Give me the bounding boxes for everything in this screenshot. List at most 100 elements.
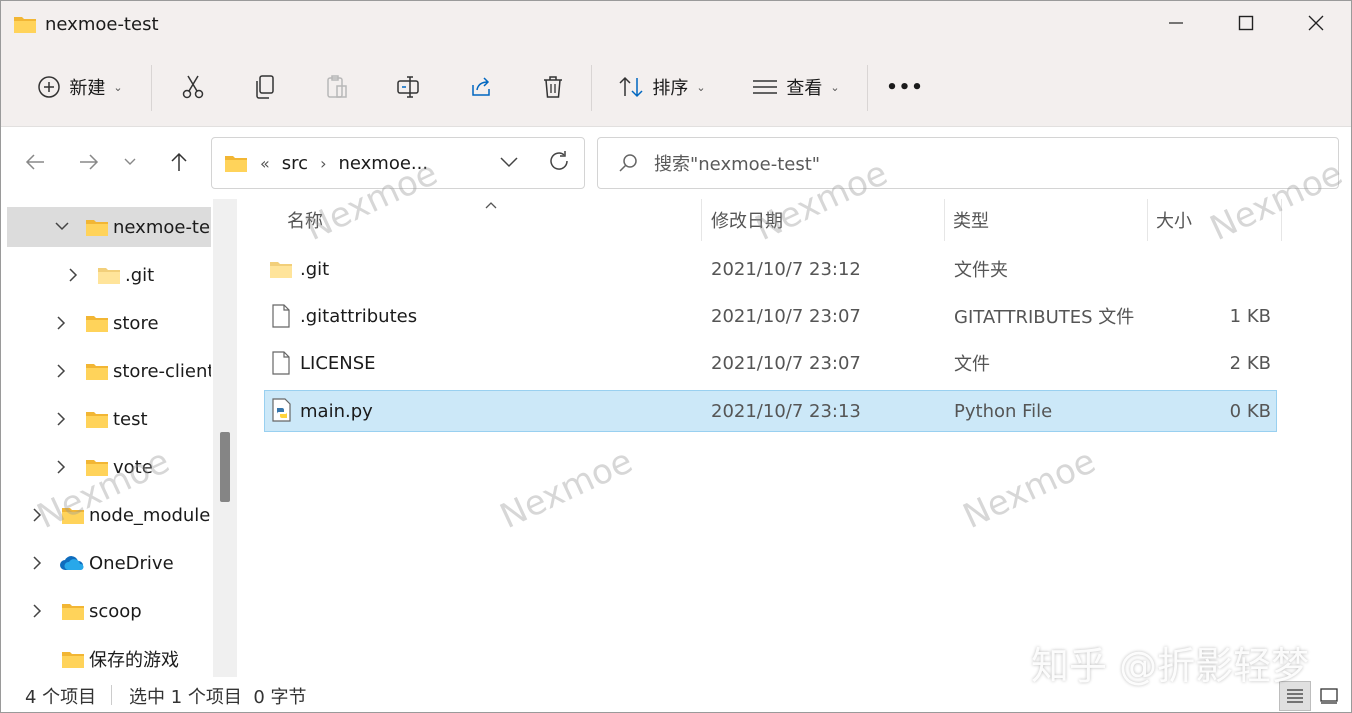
window-title: nexmoe-test: [13, 11, 159, 37]
folder-icon: [86, 220, 108, 236]
refresh-button[interactable]: [548, 150, 570, 177]
minimize-icon: [1169, 22, 1183, 24]
navigation-pane: nexmoe-test .git store store-client test…: [1, 199, 237, 677]
tree-item-vote[interactable]: vote: [1, 447, 211, 487]
recent-locations-button[interactable]: [115, 144, 145, 180]
list-view-icon: [753, 80, 778, 94]
tree-item-store[interactable]: store: [1, 303, 211, 343]
chevron-down-icon: [124, 158, 136, 165]
arrow-left-icon: [25, 154, 44, 170]
file-type: 文件: [954, 354, 990, 375]
minimize-button[interactable]: [1141, 1, 1211, 45]
folder-icon: [62, 652, 84, 668]
chevron-down-icon: [55, 222, 69, 231]
file-icon: [272, 351, 290, 375]
tiles-view-button[interactable]: [1313, 681, 1345, 711]
folder-icon: [62, 604, 84, 620]
view-label: 查看: [786, 78, 823, 99]
sort-button[interactable]: 排序 ⌄: [607, 61, 717, 113]
clipboard-icon: [327, 75, 347, 98]
address-dropdown-button[interactable]: [500, 152, 518, 173]
file-name: LICENSE: [300, 352, 376, 374]
file-row[interactable]: .gitattributes 2021/10/7 23:07 GITATTRIB…: [264, 296, 1277, 338]
file-row-selected[interactable]: main.py 2021/10/7 23:13 Python File 0 KB: [264, 390, 1277, 432]
back-button[interactable]: [17, 144, 53, 180]
cut-button[interactable]: [171, 61, 215, 113]
column-header-label: 修改日期: [711, 211, 783, 232]
file-modified: 2021/10/7 23:07: [711, 305, 861, 327]
sort-icon: [619, 76, 643, 98]
file-row[interactable]: .git 2021/10/7 23:12 文件夹: [264, 249, 1277, 291]
copy-button[interactable]: [243, 61, 287, 113]
search-icon: [619, 154, 637, 172]
delete-button[interactable]: [531, 61, 575, 113]
folder-icon: [86, 364, 108, 380]
tree-item-onedrive[interactable]: OneDrive: [1, 543, 211, 583]
tree-item-git[interactable]: .git: [1, 255, 211, 295]
sort-label: 排序: [652, 78, 689, 99]
tiles-view-icon: [1320, 688, 1338, 704]
column-header-modified[interactable]: 修改日期: [711, 199, 783, 241]
close-button[interactable]: [1281, 1, 1351, 45]
tree-item-store-client[interactable]: store-client: [1, 351, 211, 391]
rename-button[interactable]: [387, 61, 431, 113]
column-header-label: 类型: [953, 211, 989, 232]
more-icon: •••: [886, 76, 924, 98]
details-view-icon: [1287, 689, 1303, 703]
up-button[interactable]: [161, 144, 197, 180]
chevron-down-icon: ⌄: [830, 80, 840, 94]
folder-icon: [225, 156, 247, 172]
tree-item-scoop[interactable]: scoop: [1, 591, 211, 631]
tree-label: test: [113, 408, 148, 430]
file-size: [1191, 249, 1271, 289]
folder-icon: [86, 412, 108, 428]
tree-item-nexmoe-test[interactable]: nexmoe-test: [7, 207, 211, 247]
breadcrumb-src[interactable]: src: [282, 153, 308, 174]
trash-icon: [544, 76, 562, 98]
title-toolbar-area: nexmoe-test 新建 ⌄ 排序 ⌄ 查看 ⌄ •••: [1, 1, 1351, 127]
column-divider[interactable]: [944, 199, 945, 241]
file-size: 2 KB: [1229, 352, 1271, 374]
column-divider[interactable]: [701, 199, 702, 241]
folder-icon: [270, 262, 292, 278]
forward-button[interactable]: [71, 144, 107, 180]
new-button[interactable]: 新建 ⌄: [25, 61, 135, 113]
column-divider[interactable]: [1281, 199, 1282, 241]
sidebar-scrollbar-thumb[interactable]: [220, 432, 230, 502]
zhihu-watermark: 知乎 @折影轻梦: [1031, 644, 1310, 688]
chevron-down-icon: ⌄: [696, 80, 706, 94]
status-divider: [111, 685, 112, 705]
address-bar[interactable]: « src › nexmoe...: [211, 137, 585, 189]
tree-item-test[interactable]: test: [1, 399, 211, 439]
column-divider[interactable]: [1147, 199, 1148, 241]
column-header-label: 名称: [287, 211, 323, 232]
paste-button[interactable]: [315, 61, 359, 113]
new-label: 新建: [69, 78, 106, 99]
breadcrumb-nexmoe[interactable]: nexmoe...: [338, 153, 428, 174]
file-row[interactable]: LICENSE 2021/10/7 23:07 文件 2 KB: [264, 343, 1277, 385]
overflow-chevron[interactable]: «: [260, 154, 270, 173]
file-size: 1 KB: [1229, 305, 1271, 327]
file-type: 文件夹: [954, 260, 1008, 281]
share-button[interactable]: [459, 61, 503, 113]
view-button[interactable]: 查看 ⌄: [741, 61, 851, 113]
maximize-button[interactable]: [1211, 1, 1281, 45]
tree-item-saved-games[interactable]: 保存的游戏: [1, 639, 211, 677]
chevron-right-icon: [57, 316, 66, 330]
copy-icon: [256, 75, 274, 99]
file-type: GITATTRIBUTES 文件: [954, 307, 1135, 328]
column-header-type[interactable]: 类型: [953, 199, 989, 241]
scissors-icon: [182, 75, 204, 99]
close-icon: [1308, 15, 1324, 31]
chevron-down-icon: [500, 157, 518, 168]
column-header-size[interactable]: 大小: [1156, 199, 1192, 241]
tree-item-node-modules[interactable]: node_modules: [1, 495, 211, 535]
toolbar-divider: [151, 65, 152, 111]
column-header-name[interactable]: 名称: [287, 199, 323, 241]
tree-label: nexmoe-test: [113, 216, 211, 238]
chevron-right-icon: [33, 556, 42, 570]
search-input[interactable]: 搜索"nexmoe-test": [597, 137, 1339, 189]
folder-icon: [14, 17, 36, 33]
more-options-button[interactable]: •••: [883, 61, 927, 113]
tree-label: .git: [125, 264, 155, 286]
